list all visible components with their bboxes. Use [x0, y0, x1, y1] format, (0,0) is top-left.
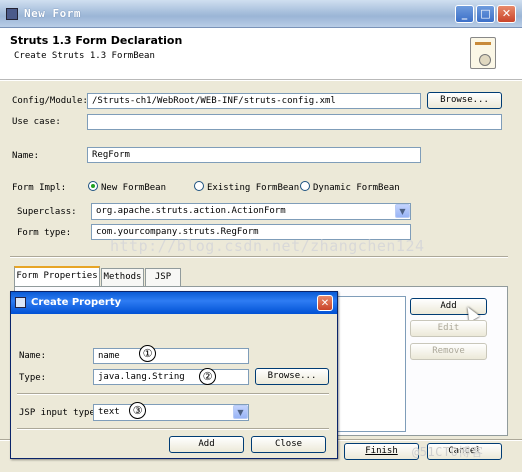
name-field[interactable]: RegForm [87, 147, 421, 163]
properties-table[interactable] [330, 296, 406, 432]
form-type-label: Form type: [17, 228, 72, 238]
watermark-url: http://blog.csdn.net/zhangchen124 [110, 237, 425, 255]
marker-1: ① [139, 345, 156, 362]
usecase-field[interactable] [87, 114, 502, 130]
new-formbean-label: New FormBean [101, 183, 167, 193]
tab-form-properties[interactable]: Form Properties [14, 266, 100, 286]
create-property-dialog: Create Property ✕ Name: name ① Type: jav… [10, 291, 338, 459]
dialog-app-icon [15, 297, 26, 308]
page-subtitle: Create Struts 1.3 FormBean [14, 51, 155, 61]
existing-formbean-label: Existing FormBean [207, 183, 300, 193]
minimize-icon[interactable]: _ [455, 5, 474, 23]
finish-button[interactable]: Finish [344, 443, 419, 460]
finish-label: Finish [365, 446, 398, 456]
separator [10, 256, 508, 258]
maximize-icon[interactable]: □ [476, 5, 495, 23]
marker-3: ③ [129, 402, 146, 419]
chevron-down-icon[interactable]: ▼ [395, 204, 410, 218]
name-label: Name: [12, 151, 40, 161]
remove-property-button[interactable]: Remove [410, 343, 487, 360]
dialog-type-label: Type: [19, 373, 47, 383]
dialog-add-button[interactable]: Add [169, 436, 244, 453]
browse-button[interactable]: Browse... [427, 92, 502, 109]
dialog-name-label: Name: [19, 351, 47, 361]
superclass-label: Superclass: [17, 207, 77, 217]
tab-jsp[interactable]: JSP [145, 268, 181, 286]
usecase-label: Use case: [12, 117, 61, 127]
corner-watermark: @51CTO博客 [412, 445, 484, 459]
app-icon [6, 8, 18, 20]
config-field[interactable]: /Struts-ch1/WebRoot/WEB-INF/struts-confi… [87, 93, 421, 109]
marker-2: ② [199, 368, 216, 385]
form-impl-label: Form Impl: [12, 183, 67, 193]
jsp-input-type-label: JSP input type [19, 408, 95, 418]
edit-property-button[interactable]: Edit [410, 320, 487, 337]
dialog-separator [17, 393, 329, 395]
dialog-title: Create Property [31, 297, 122, 308]
chevron-down-icon[interactable]: ▼ [233, 405, 248, 419]
dialog-type-field[interactable]: java.lang.String [93, 369, 249, 385]
dialog-name-field[interactable]: name [93, 348, 249, 364]
superclass-combo[interactable]: org.apache.struts.action.ActionForm [91, 203, 411, 220]
dynamic-formbean-label: Dynamic FormBean [313, 183, 400, 193]
close-icon[interactable]: ✕ [497, 5, 516, 23]
dialog-close-button[interactable]: Close [251, 436, 326, 453]
dialog-separator-2 [17, 428, 329, 430]
new-formbean-radio[interactable] [88, 181, 98, 191]
tab-methods[interactable]: Methods [101, 268, 144, 286]
jsp-input-type-combo[interactable]: text [93, 404, 249, 421]
dynamic-formbean-radio[interactable] [300, 181, 310, 191]
page-title: Struts 1.3 Form Declaration [10, 34, 183, 47]
config-label: Config/Module: [12, 96, 88, 106]
dialog-browse-button[interactable]: Browse... [255, 368, 329, 385]
existing-formbean-radio[interactable] [194, 181, 204, 191]
dialog-close-icon[interactable]: ✕ [317, 295, 333, 311]
window-title: New Form [24, 7, 81, 20]
form-wizard-icon [470, 37, 496, 69]
